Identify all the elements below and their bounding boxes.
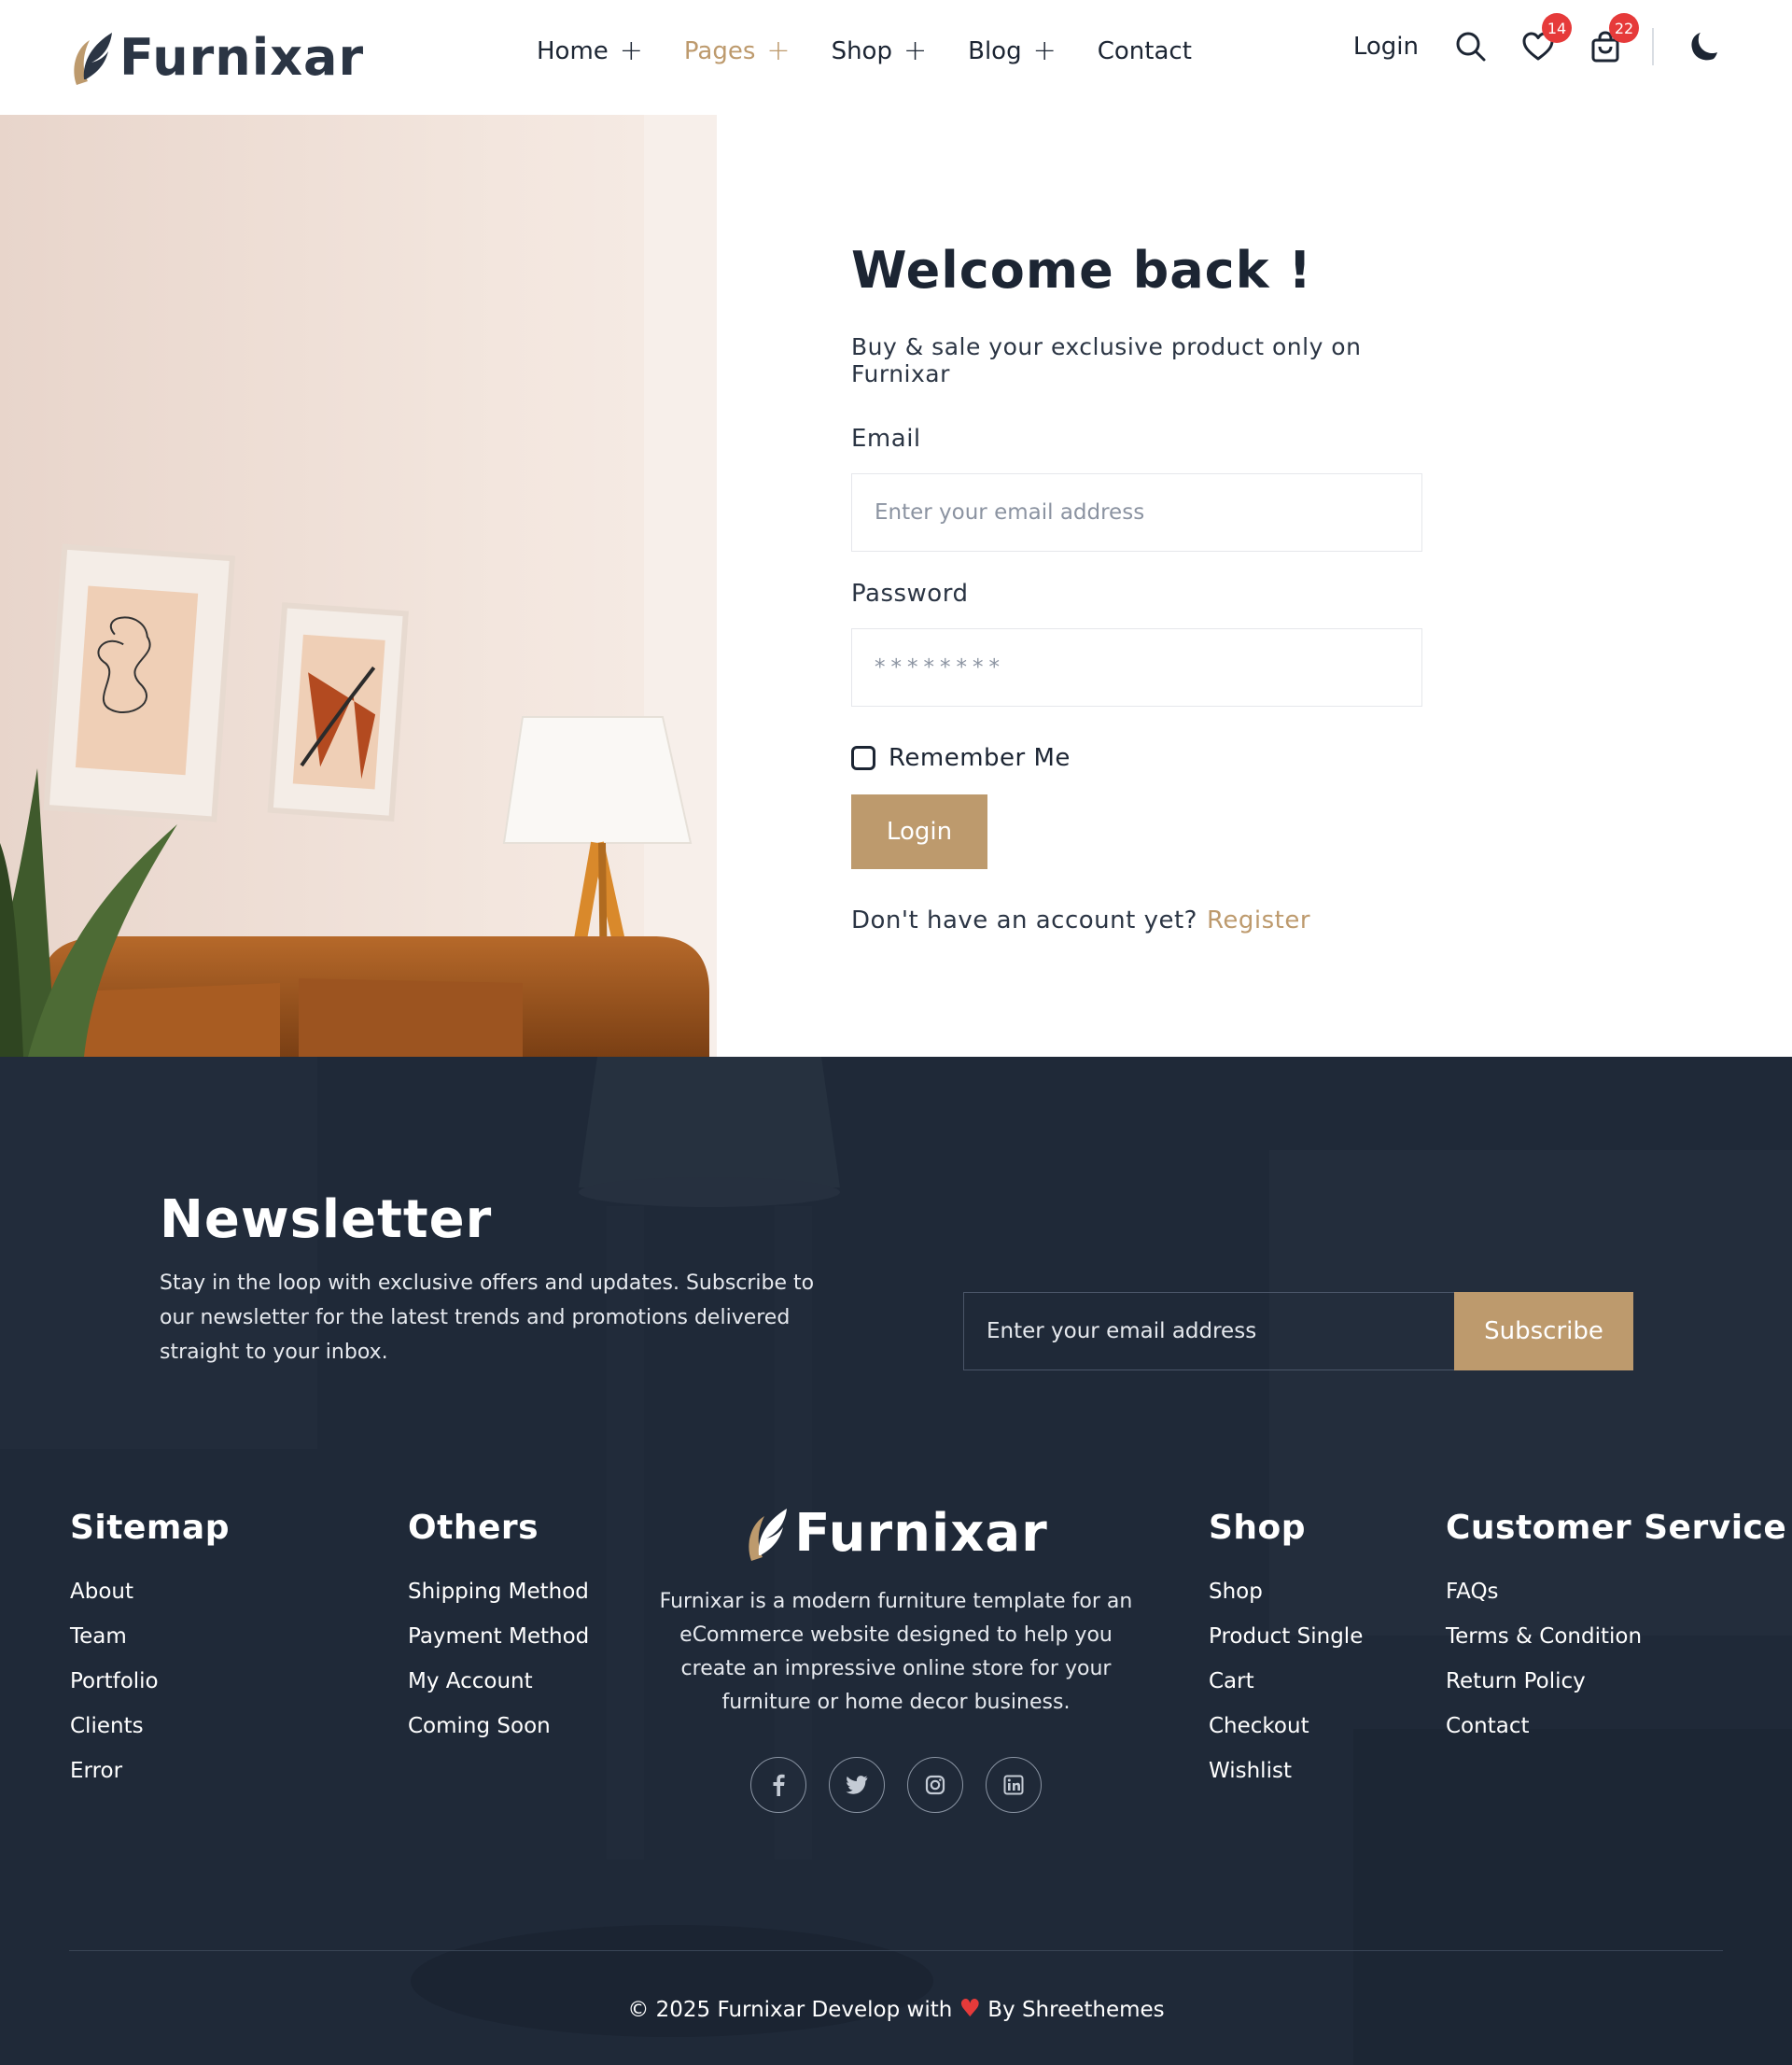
footer-link-cart[interactable]: Cart: [1209, 1659, 1363, 1704]
footer-link-contact[interactable]: Contact: [1446, 1704, 1786, 1749]
twitter-icon[interactable]: [829, 1756, 885, 1813]
footer-link-about[interactable]: About: [70, 1569, 230, 1614]
copyright-suffix[interactable]: By Shreethemes: [987, 1998, 1164, 2022]
footer-link-product-single[interactable]: Product Single: [1209, 1614, 1363, 1659]
plus-icon: +: [766, 35, 791, 67]
email-field[interactable]: [851, 473, 1422, 552]
login-subtitle: Buy & sale your exclusive product only o…: [851, 333, 1362, 387]
plus-icon: +: [1032, 35, 1057, 67]
footer-link-shop[interactable]: Shop: [1209, 1569, 1363, 1614]
footer-link-terms[interactable]: Terms & Condition: [1446, 1614, 1786, 1659]
newsletter-title: Newsletter: [160, 1189, 493, 1250]
subscribe-button[interactable]: Subscribe: [1454, 1292, 1633, 1370]
nav-label: Home: [537, 37, 609, 65]
nav-label: Pages: [683, 37, 756, 65]
footer-link-coming-soon[interactable]: Coming Soon: [408, 1704, 589, 1749]
header-login-link[interactable]: Login: [1353, 33, 1419, 61]
login-form: Welcome back ! Buy & sale your exclusive…: [851, 241, 1422, 934]
footer-col-customer-service: Customer Service FAQs Terms & Condition …: [1446, 1509, 1786, 1749]
newsletter-form: Subscribe: [963, 1292, 1633, 1370]
footer-col-title: Customer Service: [1446, 1509, 1787, 1547]
nav-label: Contact: [1097, 37, 1192, 65]
nav-label: Shop: [831, 37, 892, 65]
nav-item-pages[interactable]: Pages +: [683, 35, 791, 67]
nav-item-home[interactable]: Home +: [537, 35, 643, 67]
brand-name: Furnixar: [119, 28, 365, 87]
plus-icon: +: [903, 35, 928, 67]
footer-link-return-policy[interactable]: Return Policy: [1446, 1659, 1786, 1704]
footer-link-my-account[interactable]: My Account: [408, 1659, 589, 1704]
footer-brand-description: Furnixar is a modern furniture template …: [659, 1589, 1133, 1714]
nav-item-blog[interactable]: Blog +: [968, 35, 1057, 67]
email-label: Email: [851, 425, 921, 453]
wishlist-count-badge: 14: [1542, 13, 1572, 43]
nav-item-shop[interactable]: Shop +: [831, 35, 928, 67]
footer-link-payment-method[interactable]: Payment Method: [408, 1614, 589, 1659]
nav-item-contact[interactable]: Contact: [1098, 37, 1192, 65]
moon-icon[interactable]: [1689, 30, 1723, 63]
header-divider: [1652, 28, 1654, 65]
footer-logo[interactable]: Furnixar: [744, 1503, 1048, 1564]
nav-label: Blog: [968, 37, 1022, 65]
register-prompt-text: Don't have an account yet?: [851, 906, 1197, 934]
main-nav: Home + Pages + Shop + Blog + Contact: [537, 35, 1192, 67]
footer-divider: [69, 1950, 1723, 1951]
newsletter-email-input[interactable]: [963, 1292, 1454, 1370]
login-title: Welcome back !: [851, 241, 1313, 300]
remember-me-label: Remember Me: [889, 744, 1071, 772]
footer-link-team[interactable]: Team: [70, 1614, 230, 1659]
site-header: Furnixar Home + Pages + Shop + Blog + Co…: [0, 0, 1792, 115]
register-link[interactable]: Register: [1207, 906, 1310, 934]
footer-link-portfolio[interactable]: Portfolio: [70, 1659, 230, 1704]
remember-me-checkbox[interactable]: Remember Me: [851, 744, 1422, 772]
brand-logo[interactable]: Furnixar: [69, 28, 364, 87]
footer-col-title: Shop: [1209, 1509, 1307, 1547]
footer-col-others: Others Shipping Method Payment Method My…: [408, 1509, 589, 1749]
living-room-photo: [0, 115, 717, 1057]
footer-brand: Furnixar Furnixar is a modern furniture …: [644, 1503, 1148, 1813]
linkedin-icon[interactable]: [986, 1756, 1042, 1813]
instagram-icon[interactable]: [907, 1756, 963, 1813]
password-field[interactable]: [851, 628, 1422, 707]
wishlist-button[interactable]: 14: [1521, 13, 1572, 63]
footer-col-title: Others: [408, 1509, 539, 1547]
cart-count-badge: 22: [1609, 13, 1639, 43]
newsletter-description: Stay in the loop with exclusive offers a…: [160, 1271, 815, 1364]
heart-icon: ♥: [959, 1995, 981, 2023]
password-label: Password: [851, 580, 969, 608]
cart-button[interactable]: 22: [1589, 13, 1639, 63]
footer-col-sitemap: Sitemap About Team Portfolio Clients Err…: [70, 1509, 230, 1793]
footer-col-title: Sitemap: [70, 1509, 230, 1547]
footer-link-faqs[interactable]: FAQs: [1446, 1569, 1786, 1614]
copyright-text: © 2025 Furnixar Develop with ♥ By Shreet…: [0, 1995, 1792, 2023]
footer-link-checkout[interactable]: Checkout: [1209, 1704, 1363, 1749]
footer-link-error[interactable]: Error: [70, 1749, 230, 1793]
checkbox-box[interactable]: [851, 746, 875, 770]
header-actions: Login 14 22: [1353, 13, 1723, 65]
leaf-logo-icon: [749, 1508, 788, 1561]
plus-icon: +: [619, 35, 643, 67]
footer-col-shop: Shop Shop Product Single Cart Checkout W…: [1209, 1509, 1363, 1793]
login-button[interactable]: Login: [851, 794, 987, 869]
site-footer: Newsletter Stay in the loop with exclusi…: [0, 1057, 1792, 2065]
register-prompt: Don't have an account yet? Register: [851, 906, 1422, 934]
copyright-prefix: © 2025 Furnixar Develop with: [627, 1998, 953, 2022]
footer-brand-name: Furnixar: [794, 1503, 1048, 1564]
footer-link-wishlist[interactable]: Wishlist: [1209, 1749, 1363, 1793]
facebook-icon[interactable]: [750, 1756, 806, 1813]
footer-link-clients[interactable]: Clients: [70, 1704, 230, 1749]
footer-link-shipping-method[interactable]: Shipping Method: [408, 1569, 589, 1614]
search-icon[interactable]: [1454, 30, 1488, 63]
social-links: [644, 1756, 1148, 1813]
leaf-logo-icon: [74, 32, 112, 85]
